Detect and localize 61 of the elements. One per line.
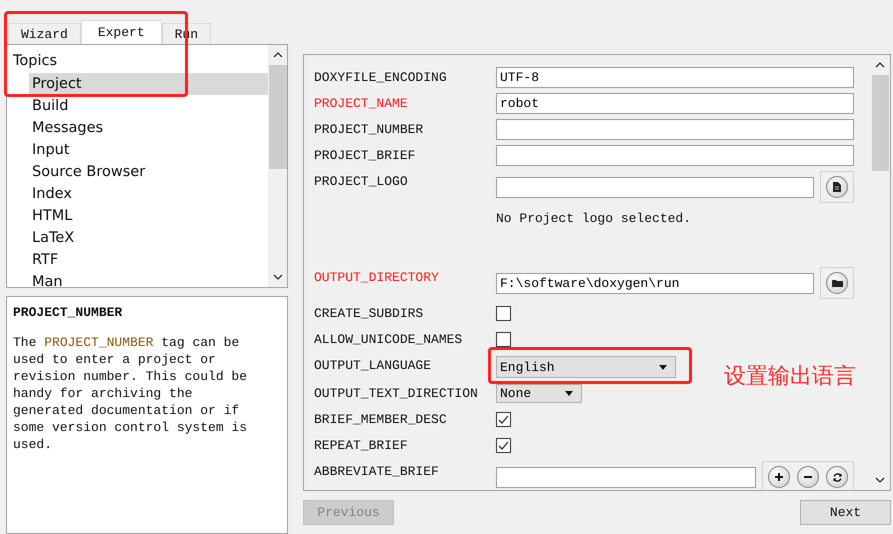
setting-label: PROJECT_NUMBER	[314, 121, 424, 139]
path-field[interactable]	[496, 176, 814, 198]
tree-item[interactable]: Man	[29, 271, 268, 287]
refresh-icon	[832, 472, 842, 482]
logo-status-text: No Project logo selected.	[496, 211, 692, 228]
dropdown[interactable]: None	[496, 384, 582, 403]
tree-item[interactable]: Index	[29, 183, 268, 205]
text-field[interactable]: UTF-8	[496, 67, 854, 88]
help-title: PROJECT_NUMBER	[13, 305, 124, 320]
setting-label: CREATE_SUBDIRS	[314, 305, 424, 323]
folder-icon	[832, 279, 842, 287]
scroll-down-icon[interactable]	[875, 477, 885, 483]
tab[interactable]: Expert	[80, 20, 162, 44]
setting-label: PROJECT_NAME	[314, 95, 409, 113]
setting-label: ABBREVIATE_BRIEF	[314, 463, 440, 481]
setting-label: BRIEF_MEMBER_DESC	[314, 411, 448, 429]
nav-button[interactable]: Next	[800, 500, 891, 525]
scroll-up-icon[interactable]	[875, 62, 885, 68]
checkbox[interactable]	[496, 332, 511, 347]
scrollbar[interactable]	[268, 45, 287, 287]
tree-item[interactable]: Source Browser	[29, 161, 268, 183]
tree-item[interactable]: Project	[29, 73, 268, 95]
scroll-up-icon[interactable]	[272, 52, 282, 58]
tree-item[interactable]: LaTeX	[29, 227, 268, 249]
plus-icon	[774, 472, 784, 482]
list-field[interactable]	[496, 466, 756, 488]
add-button[interactable]	[766, 463, 792, 490]
browse-file-button[interactable]	[820, 171, 854, 203]
scroll-down-icon[interactable]	[272, 274, 282, 280]
dropdown[interactable]: English	[496, 356, 676, 378]
checkbox[interactable]	[496, 438, 511, 453]
annotation-text: 设置输出语言	[724, 363, 856, 391]
caret-icon	[659, 364, 667, 370]
document-icon	[833, 182, 841, 192]
path-field[interactable]: F:\software\doxygen\run	[496, 272, 814, 294]
text-field[interactable]: robot	[496, 93, 854, 114]
setting-label: OUTPUT_DIRECTORY	[314, 269, 440, 287]
tree-heading: Topics	[12, 52, 58, 71]
caret-icon	[565, 391, 573, 396]
tree-item[interactable]: HTML	[29, 205, 268, 227]
scroll-thumb[interactable]	[268, 65, 286, 169]
scroll-thumb[interactable]	[872, 75, 888, 171]
text-field[interactable]	[496, 119, 854, 140]
setting-label: OUTPUT_TEXT_DIRECTION	[314, 385, 479, 403]
reset-button[interactable]	[824, 463, 850, 490]
tree-item[interactable]: RTF	[29, 249, 268, 271]
setting-label: PROJECT_BRIEF	[314, 147, 416, 165]
tree-item[interactable]: Build	[29, 95, 268, 117]
browse-folder-button[interactable]	[820, 267, 854, 299]
setting-label: REPEAT_BRIEF	[314, 437, 409, 455]
tab[interactable]: Wizard	[8, 23, 81, 44]
setting-label: ALLOW_UNICODE_NAMES	[314, 331, 464, 349]
checkbox[interactable]	[496, 306, 511, 321]
setting-label: OUTPUT_LANGUAGE	[314, 357, 432, 375]
tree-item[interactable]: Messages	[29, 117, 268, 139]
text-field[interactable]	[496, 145, 854, 166]
help-text: The PROJECT_NUMBER tag can be used to enter a project or revision number. This could be handy for archiving the generated documentation or if some version control system is used.	[13, 334, 248, 453]
checkbox[interactable]	[496, 412, 511, 427]
tree-item[interactable]: Input	[29, 139, 268, 161]
setting-label: DOXYFILE_ENCODING	[314, 69, 448, 87]
setting-label: PROJECT_LOGO	[314, 173, 409, 191]
